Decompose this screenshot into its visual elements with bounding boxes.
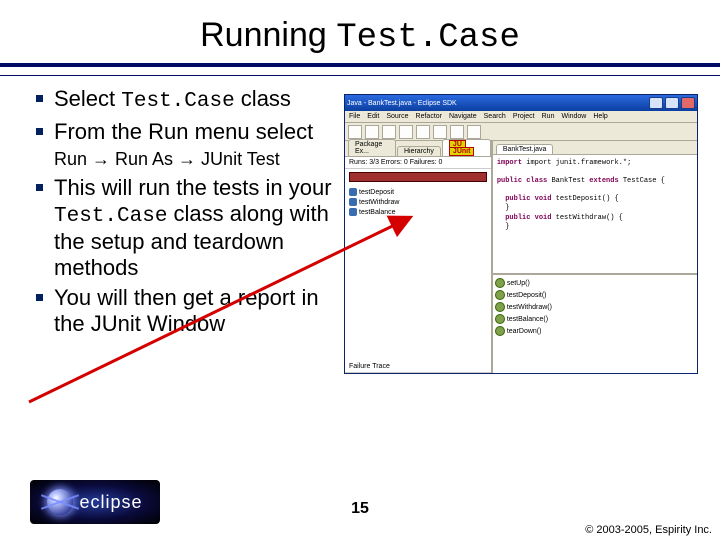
toolbar-icon[interactable] [433,125,447,139]
b4-text: You will then get a report in the JUnit … [54,285,319,336]
menu-edit[interactable]: Edit [367,113,379,120]
outline-item: testBalance() [495,313,695,325]
menu-source[interactable]: Source [386,113,408,120]
minimize-icon[interactable] [649,97,663,109]
test-item: testWithdraw [349,197,487,207]
bullet-2: From the Run menu select Run → Run As → … [30,119,338,171]
maximize-icon[interactable] [665,97,679,109]
title-rule-thick [0,63,720,67]
b1-post: class [235,86,291,111]
menu-window[interactable]: Window [561,113,586,120]
test-item: testBalance [349,207,487,217]
b3-pre: This will run the tests in your [54,175,332,200]
content-area: Select Test.Case class From the Run menu… [0,82,720,472]
title-text: Running [200,16,336,54]
bullet-1: Select Test.Case class [30,86,338,115]
title-code: Test.Case [336,19,520,57]
ide-screenshot: Java - BankTest.java - Eclipse SDK File … [344,94,698,374]
b1-code: Test.Case [121,90,234,113]
ide-titlebar: Java - BankTest.java - Eclipse SDK [345,95,697,111]
menu-search[interactable]: Search [484,113,506,120]
b1-pre: Select [54,86,121,111]
junit-stats: Runs: 3/3 Errors: 0 Failures: 0 [345,157,491,169]
ide-window-title: Java - BankTest.java - Eclipse SDK [347,100,457,107]
menu-refactor[interactable]: Refactor [416,113,442,120]
b2-menu: Run → Run As → JUnit Test [54,149,280,169]
footer: eclipse 15 © 2003-2005, Espirity Inc. [0,470,720,540]
b2-pre: From the Run menu select [54,119,313,144]
ide-body: Package Ex... Hierarchy JU JUnit Runs: 3… [345,141,697,373]
code-m2-kw: public void [505,214,555,222]
code-import: import junit.framework.*; [526,159,631,167]
code-m1: testDeposit() { [556,195,619,203]
menu-run[interactable]: Run [542,113,555,120]
junit-progressbar [349,172,487,182]
menu-navigate[interactable]: Navigate [449,113,477,120]
tab-package[interactable]: Package Ex... [348,139,396,156]
outline-item: testWithdraw() [495,301,695,313]
copyright: © 2003-2005, Espirity Inc. [585,524,712,536]
menu-file[interactable]: File [349,113,360,120]
test-tree: testDeposit testWithdraw testBalance [345,185,491,361]
title-area: Running Test.Case [0,0,720,57]
code-ext: TestCase { [619,177,665,185]
menu-help[interactable]: Help [593,113,607,120]
code-class: BankTest [551,177,589,185]
outline-item: testDeposit() [495,289,695,301]
left-tabs: Package Ex... Hierarchy JU JUnit [345,141,491,157]
outline-panel: setUp() testDeposit() testWithdraw() tes… [493,273,697,373]
bullet-4: You will then get a report in the JUnit … [30,285,338,337]
outline-item: setUp() [495,277,695,289]
page-number: 15 [0,500,720,518]
toolbar-icon[interactable] [416,125,430,139]
junit-panel: Package Ex... Hierarchy JU JUnit Runs: 3… [345,141,493,373]
close-icon[interactable] [681,97,695,109]
code-class-kw: public class [497,177,552,185]
tab-junit[interactable]: JU JUnit [442,139,491,156]
bullet-3: This will run the tests in your Test.Cas… [30,175,338,282]
toolbar-icon[interactable] [450,125,464,139]
slide-title: Running Test.Case [0,16,720,57]
editor-tabs: BankTest.java [493,141,697,155]
bullet-list: Select Test.Case class From the Run menu… [30,86,338,341]
window-buttons [649,97,695,109]
code-m1-kw: public void [505,195,555,203]
test-item: testDeposit [349,187,487,197]
title-rule-thin [0,75,720,76]
code-editor[interactable]: import import junit.framework.*; public … [493,155,697,273]
toolbar-icon[interactable] [382,125,396,139]
ide-menubar: File Edit Source Refactor Navigate Searc… [345,111,697,123]
b3-code: Test.Case [54,205,167,228]
menu-project[interactable]: Project [513,113,535,120]
toolbar-icon[interactable] [348,125,362,139]
toolbar-icon[interactable] [365,125,379,139]
failure-trace-label: Failure Trace [345,361,491,373]
editor-panel: BankTest.java import import junit.framew… [493,141,697,373]
tab-hierarchy[interactable]: Hierarchy [397,146,441,156]
code-m2: testWithdraw() { [556,214,623,222]
ide-toolbar [345,123,697,141]
outline-item: tearDown() [495,325,695,337]
toolbar-icon[interactable] [399,125,413,139]
code-ext-kw: extends [589,177,618,185]
toolbar-icon[interactable] [467,125,481,139]
editor-tab[interactable]: BankTest.java [496,144,554,154]
tab-junit-label: JUnit [449,147,475,156]
